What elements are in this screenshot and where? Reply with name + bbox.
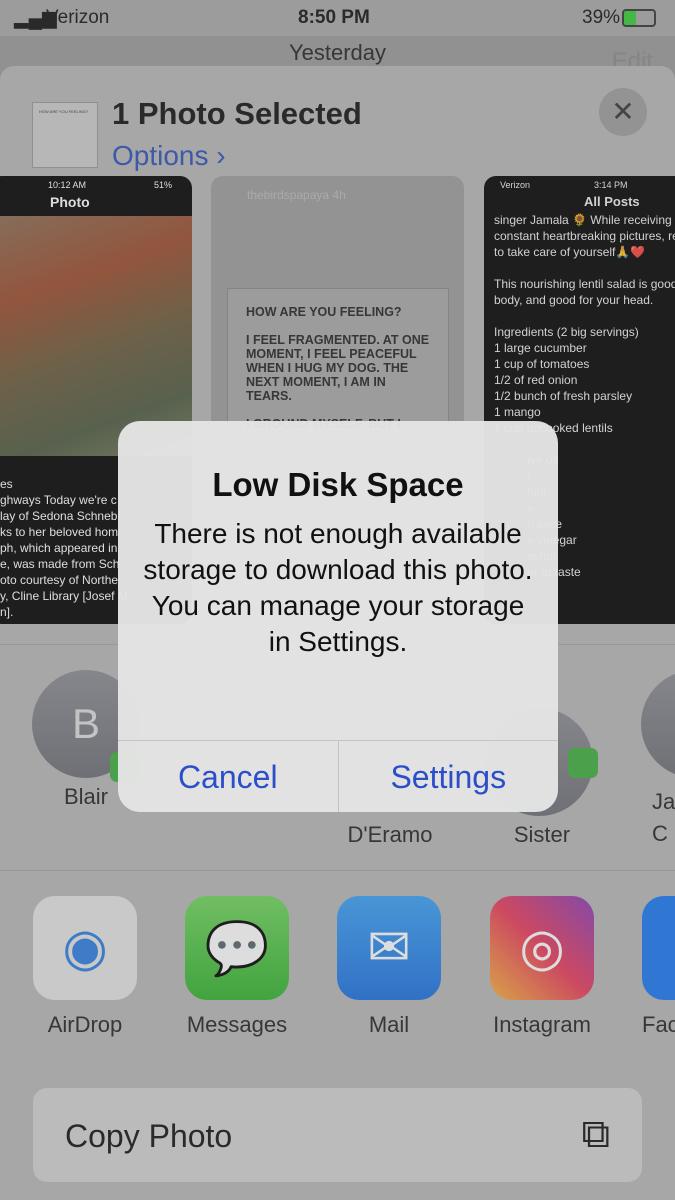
low-disk-space-alert: Low Disk Space There is not enough avail…: [118, 421, 558, 812]
alert-message: There is not enough available storage to…: [143, 518, 533, 657]
alert-title: Low Disk Space: [212, 466, 464, 503]
cancel-button[interactable]: Cancel: [118, 741, 339, 812]
settings-button[interactable]: Settings: [339, 741, 559, 812]
